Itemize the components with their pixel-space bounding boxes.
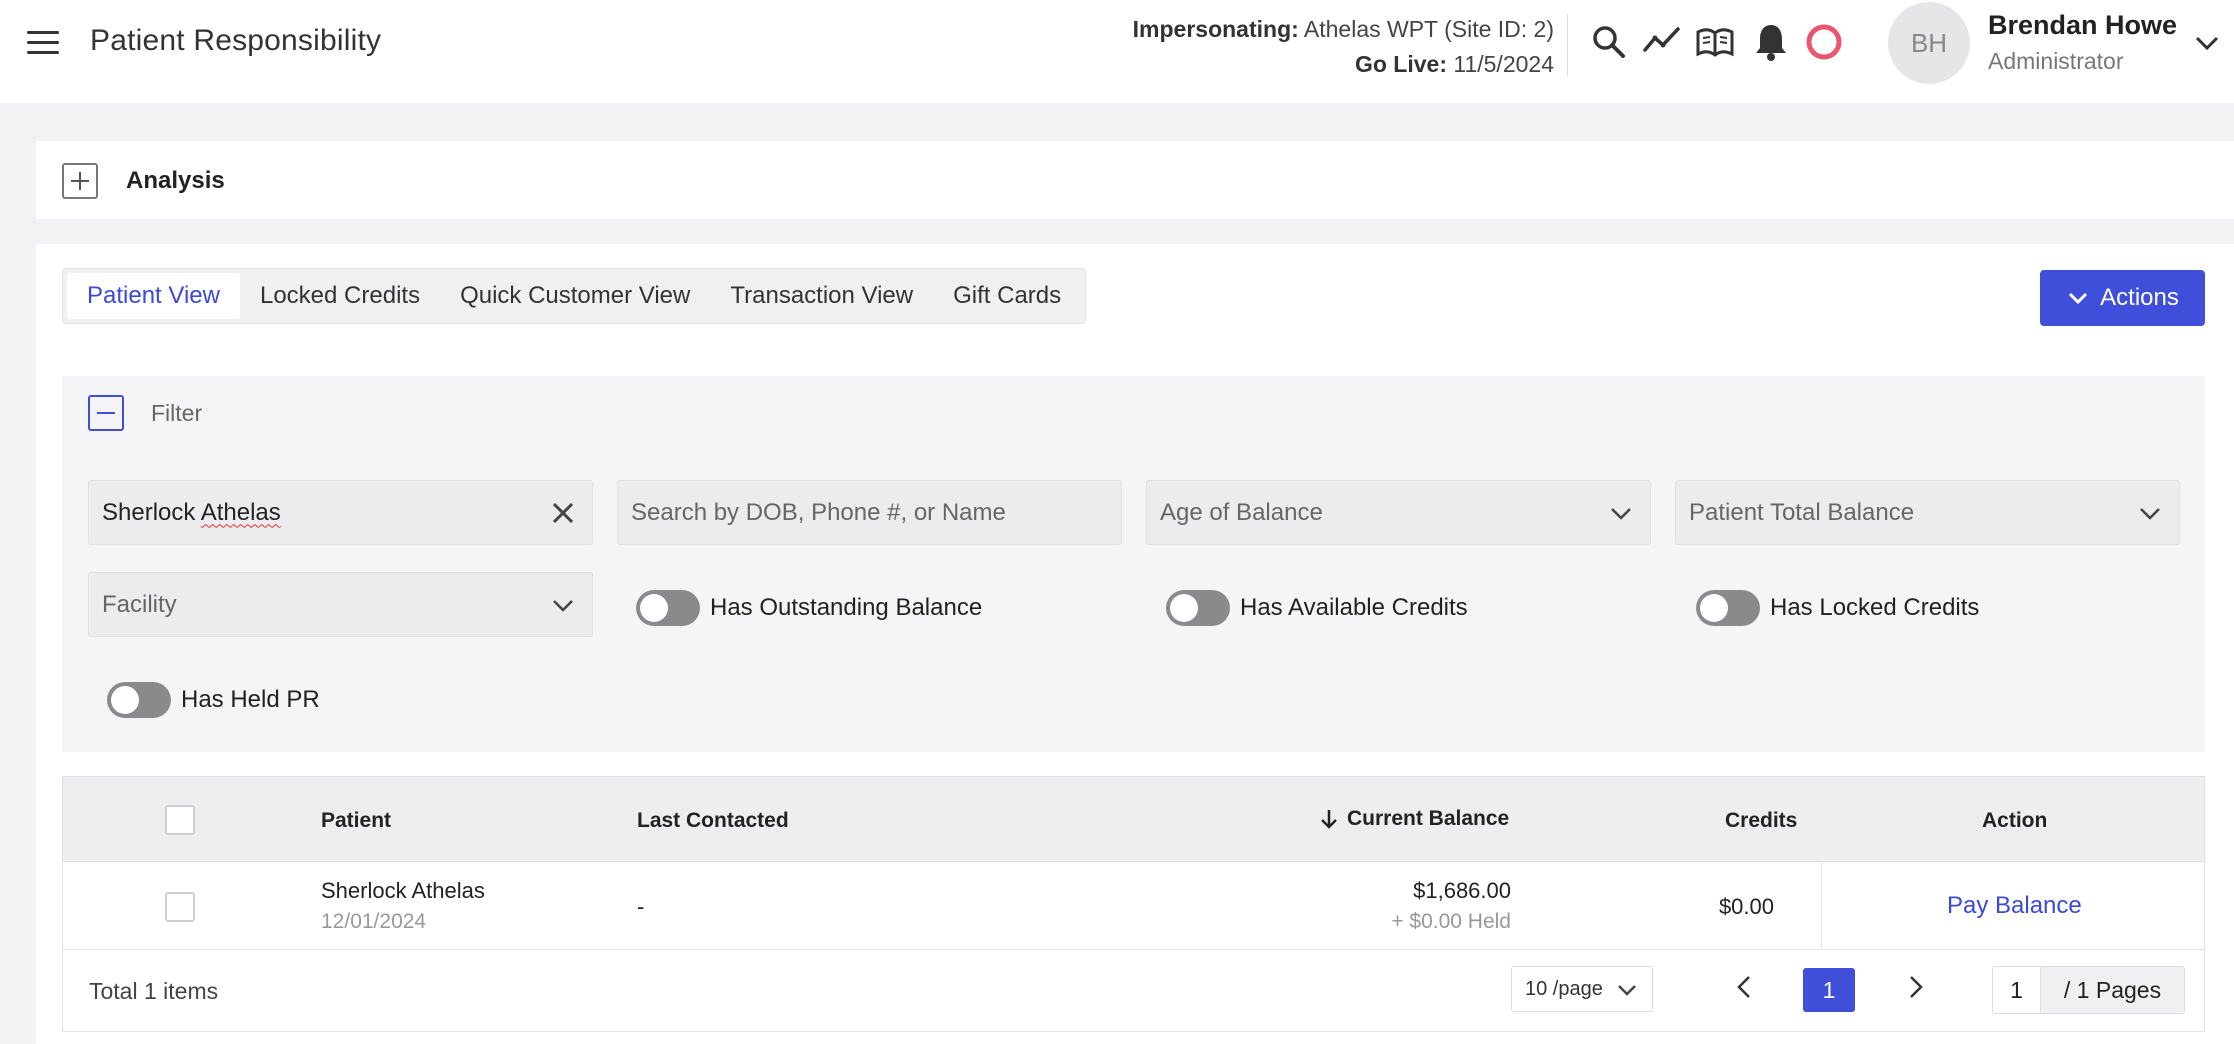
last-contacted-value: - [637,894,645,919]
tab-locked-credits[interactable]: Locked Credits [240,273,440,319]
main-panel: Patient View Locked Credits Quick Custom… [36,244,2234,1044]
held-pr-label: Has Held PR [181,686,320,713]
held-pr-filter: Has Held PR [107,682,320,718]
available-credits-label: Has Available Credits [1240,594,1468,621]
credits-value: $0.00 [1718,894,1774,919]
patient-dob: 12/01/2024 [321,910,427,933]
table-header: Patient Last Contacted Current Balance C… [62,776,2205,862]
available-credits-filter: Has Available Credits [1166,590,1468,626]
chevron-down-icon [1618,985,1636,996]
expand-plus-icon[interactable] [62,163,98,199]
facility-label: Facility [102,590,177,618]
outstanding-balance-toggle[interactable] [636,590,700,626]
search-icon[interactable] [1589,22,1629,62]
column-patient[interactable]: Patient [321,809,391,833]
chevron-down-icon [553,600,573,612]
patient-select-value: Sherlock Athelas [102,498,281,526]
table-row[interactable]: Sherlock Athelas 12/01/2024 - $1,686.00 … [62,862,2205,950]
held-value: + $0.00 Held [1391,910,1511,933]
page-1-button[interactable]: 1 [1803,968,1855,1012]
patient-total-balance-label: Patient Total Balance [1689,498,1915,526]
user-name: Brendan Howe [1988,10,2178,40]
column-credits[interactable]: Credits [1725,809,1797,833]
page-jump: 1 / 1 Pages [1992,966,2185,1014]
top-bar: Patient Responsibility Impersonating: At… [0,0,2234,103]
menu-icon[interactable] [27,31,59,57]
search-placeholder: Search by DOB, Phone #, or Name [631,498,1006,526]
chevron-left-icon[interactable] [1730,972,1760,1002]
pages-total-label: / 1 Pages [2041,967,2184,1013]
filter-panel: Filter Sherlock Athelas Search by DOB, P… [62,376,2205,752]
patient-total-balance-select[interactable]: Patient Total Balance [1675,480,2180,545]
total-items: Total 1 items [89,978,219,1004]
user-role: Administrator [1988,48,2124,74]
age-of-balance-select[interactable]: Age of Balance [1146,480,1651,545]
page-size-value: 10 /page [1525,977,1603,1000]
outstanding-balance-filter: Has Outstanding Balance [636,590,982,626]
golive-value: 11/5/2024 [1453,51,1554,77]
row-checkbox[interactable] [165,892,195,922]
trend-icon[interactable] [1642,22,1682,62]
bell-icon[interactable] [1751,22,1791,62]
facility-select[interactable]: Facility [88,572,593,637]
analysis-panel: Analysis [36,141,2234,219]
search-input[interactable]: Search by DOB, Phone #, or Name [617,480,1122,545]
patient-name[interactable]: Sherlock Athelas [321,878,485,904]
golive-label: Go Live: [1354,51,1447,77]
avatar[interactable]: BH [1888,2,1970,84]
column-current-balance[interactable]: Current Balance [1319,807,1509,831]
tab-transaction-view[interactable]: Transaction View [710,273,933,319]
outstanding-balance-label: Has Outstanding Balance [710,594,983,621]
page-title: Patient Responsibility [90,24,382,57]
locked-credits-toggle[interactable] [1696,590,1760,626]
column-action: Action [1982,809,2048,832]
patient-table: Patient Last Contacted Current Balance C… [62,776,2205,1032]
collapse-minus-icon[interactable] [88,395,124,431]
actions-label: Actions [2100,284,2179,311]
locked-credits-label: Has Locked Credits [1770,594,1980,621]
select-all-checkbox[interactable] [165,805,195,835]
tab-patient-view[interactable]: Patient View [67,273,240,319]
chevron-down-icon [1611,508,1631,520]
close-icon[interactable] [550,500,576,526]
current-balance-value: $1,686.00 [1413,878,1511,903]
available-credits-toggle[interactable] [1166,590,1230,626]
locked-credits-filter: Has Locked Credits [1696,590,1979,626]
status-ring-icon[interactable] [1804,22,1844,62]
actions-button[interactable]: Actions [2040,270,2205,326]
chevron-down-icon [2140,508,2160,520]
patient-select[interactable]: Sherlock Athelas [88,480,593,545]
impersonating-label: Impersonating: [1132,16,1299,42]
page-size-select[interactable]: 10 /page [1511,966,1653,1012]
action-column-divider [1821,862,1822,950]
sort-down-arrow-icon [1321,810,1337,829]
tab-gift-cards[interactable]: Gift Cards [933,273,1081,319]
impersonating-value: Athelas WPT (Site ID: 2) [1303,16,1554,42]
pay-balance-link[interactable]: Pay Balance [1947,892,2082,920]
chevron-right-icon[interactable] [1900,972,1930,1002]
impersonation-info: Impersonating: Athelas WPT (Site ID: 2) … [1133,12,1554,82]
age-of-balance-label: Age of Balance [1160,498,1323,526]
header-divider [1567,14,1568,76]
page-jump-input[interactable]: 1 [1993,967,2041,1013]
book-icon[interactable] [1695,22,1735,62]
held-pr-toggle[interactable] [107,682,171,718]
analysis-label[interactable]: Analysis [126,167,225,195]
tab-quick-customer-view[interactable]: Quick Customer View [440,273,710,319]
chevron-down-icon[interactable] [2192,28,2222,58]
pagination-bar: Total 1 items 10 /page 1 1 / 1 Pages [62,950,2205,1032]
chevron-down-icon [2069,292,2088,305]
column-last-contacted[interactable]: Last Contacted [637,809,789,833]
filter-label: Filter [151,400,203,426]
view-tabs: Patient View Locked Credits Quick Custom… [62,268,1087,324]
